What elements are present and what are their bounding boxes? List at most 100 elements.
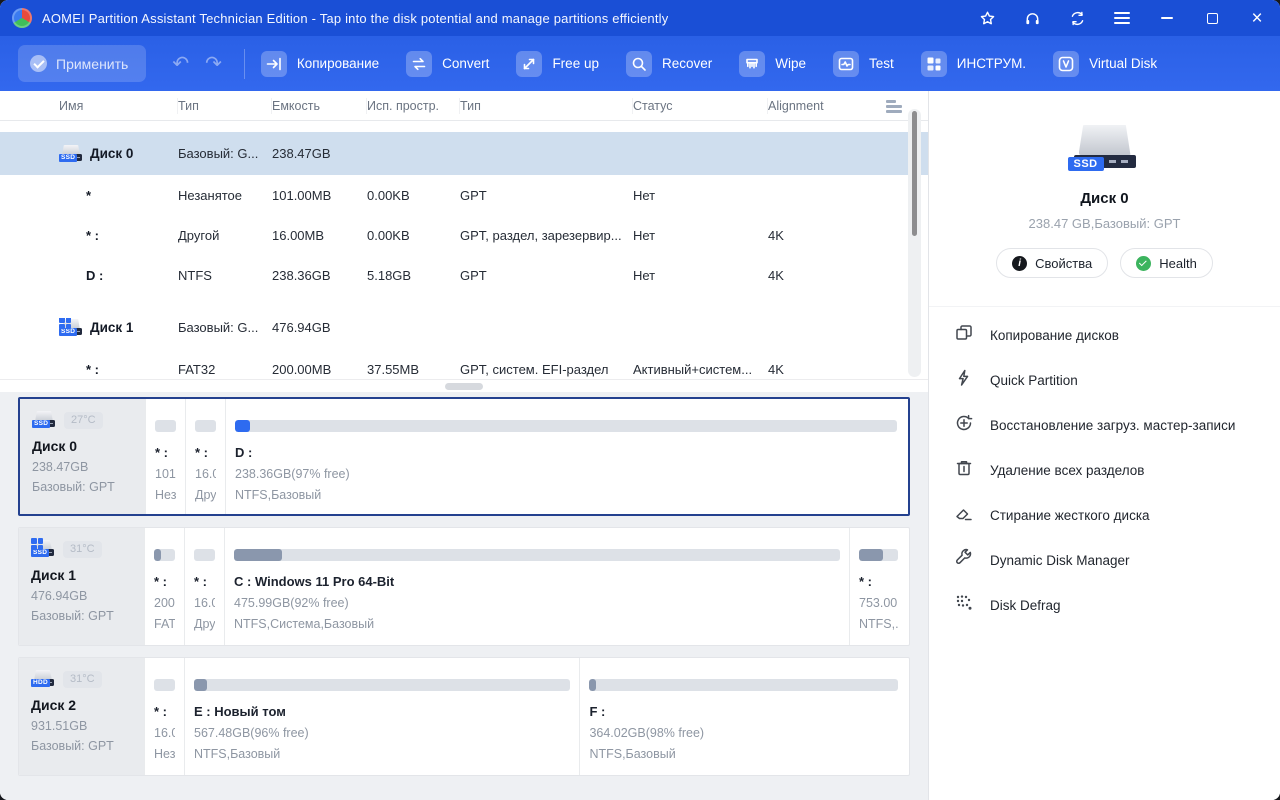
selected-disk-name: Диск 0 (1080, 190, 1128, 207)
partition-block[interactable]: * :200...FAT... (144, 528, 184, 645)
sidebar-menu-item[interactable]: Quick Partition (929, 358, 1280, 403)
partition-block[interactable]: F :364.02GB(98% free)NTFS,Базовый (579, 658, 907, 775)
support-headset-icon[interactable] (1023, 9, 1041, 27)
sidebar-menu-item[interactable]: Копирование дисков (929, 313, 1280, 358)
partition-block[interactable]: E : Новый том567.48GB(96% free)NTFS,Базо… (184, 658, 579, 775)
toolbar-button-wipe[interactable]: Wipe (739, 51, 806, 77)
star-icon[interactable] (978, 9, 996, 27)
close-icon[interactable]: × (1248, 9, 1266, 27)
minimize-icon[interactable] (1158, 9, 1176, 27)
toolbar-button-virtual-disk[interactable]: Virtual Disk (1053, 51, 1157, 77)
disk-card-info[interactable]: HDD31°C Диск 2 931.51GB Базовый: GPT (19, 658, 144, 775)
virtual-disk-icon (1053, 51, 1079, 77)
properties-button[interactable]: i Свойства (996, 248, 1108, 278)
app-window: AOMEI Partition Assistant Technician Edi… (0, 0, 1280, 800)
disk-card-name: Диск 2 (31, 697, 140, 713)
table-body: SSDДиск 0Базовый: G...238.47GB*Незанятое… (0, 132, 928, 379)
disk-card[interactable]: HDD31°C Диск 2 931.51GB Базовый: GPT * :16.0… (18, 657, 910, 776)
disk-card-icon-row: HDD31°C (31, 669, 140, 688)
partition-capacity: 101.... (155, 467, 176, 481)
sidebar-menu-label: Удаление всех разделов (990, 463, 1144, 478)
panel-splitter[interactable] (0, 379, 928, 392)
toolbar-button-инструм-[interactable]: ИНСТРУМ. (921, 51, 1026, 77)
ssd-drive-icon: SSD (31, 539, 55, 558)
row-type2-cell: GPT, раздел, зарезервир... (460, 228, 633, 243)
row-type-cell: Другой (178, 228, 272, 243)
table-row-partition[interactable]: * :FAT32200.00MB37.55MBGPT, систем. EFI-… (0, 349, 928, 379)
partition-filesystem: NTFS,Базовый (194, 747, 570, 761)
check-icon (30, 55, 47, 72)
table-header: ИмяТипЕмкостьИсп. простр.ТипСтатусAlignm… (0, 91, 928, 121)
column-header[interactable]: Имя (33, 98, 178, 114)
disk-card-capacity: 931.51GB (31, 719, 140, 733)
partition-capacity: 238.36GB(97% free) (235, 467, 897, 481)
menu-icon[interactable] (1113, 9, 1131, 27)
column-header[interactable]: Статус (633, 98, 768, 114)
toolbar-button-label: Virtual Disk (1089, 56, 1157, 71)
sidebar-menu-item[interactable]: Disk Defrag (929, 583, 1280, 628)
table-row-disk[interactable]: SSDДиск 1Базовый: G...476.94GB (0, 306, 928, 349)
disk-card[interactable]: SSD31°CДиск 1476.94GBБазовый: GPT* :200.… (18, 527, 910, 646)
column-header[interactable]: Alignment (768, 98, 868, 114)
toolbar-buttons: Копирование Convert Free up Recover Wipe Test… (261, 51, 1184, 77)
partition-used-segment (154, 549, 161, 561)
sidebar: SSD Диск 0 238.47 GB,Базовый: GPT i Свой… (928, 91, 1280, 800)
partition-filesystem: NTFS,Базовый (235, 488, 897, 502)
table-scrollbar[interactable] (908, 109, 921, 377)
column-header[interactable]: Исп. простр. (367, 98, 460, 114)
disk-card-scheme: Базовый: GPT (31, 739, 140, 753)
column-header[interactable]: Тип (178, 98, 272, 114)
refresh-icon[interactable] (1068, 9, 1086, 27)
column-header[interactable]: Тип (460, 98, 633, 114)
ssd-drive-icon: SSD (59, 318, 83, 337)
toolbar-button-test[interactable]: Test (833, 51, 894, 77)
apply-button[interactable]: Применить (18, 45, 146, 82)
scrollbar-thumb[interactable] (912, 111, 917, 236)
disk-card-partitions: * :101....Нез...* :16.0...Дру...D :238.3… (145, 399, 908, 514)
sidebar-menu-item[interactable]: Восстановление загруз. мастер-записи (929, 403, 1280, 448)
row-name-cell: * : (33, 228, 178, 243)
partition-label: * : (859, 574, 898, 589)
partition-usage-bar (589, 679, 898, 691)
toolbar-button-копирование[interactable]: Копирование (261, 51, 379, 77)
column-header[interactable]: Емкость (272, 98, 367, 114)
sidebar-menu-item[interactable]: Удаление всех разделов (929, 448, 1280, 493)
maximize-icon[interactable] (1203, 9, 1221, 27)
disk-card[interactable]: SSD27°CДиск 0238.47GBБазовый: GPT* :101.… (18, 397, 910, 516)
sidebar-menu-item[interactable]: Dynamic Disk Manager (929, 538, 1280, 583)
table-row-partition[interactable]: *Незанятое101.00MB0.00KBGPTНет (0, 175, 928, 215)
partition-filesystem: Дру... (195, 488, 216, 502)
partition-block[interactable]: * :753.00...NTFS,... (849, 528, 907, 645)
partition-block[interactable]: * :16.0...Нез... (144, 658, 184, 775)
table-row-disk[interactable]: SSDДиск 0Базовый: G...238.47GB (0, 132, 928, 175)
table-row-partition[interactable]: * :Другой16.00MB0.00KBGPT, раздел, зарез… (0, 215, 928, 255)
row-name-cell: SSDДиск 0 (33, 144, 178, 163)
disk-card-info[interactable]: SSD27°CДиск 0238.47GBБазовый: GPT (20, 399, 145, 514)
disk-card-info[interactable]: SSD31°CДиск 1476.94GBБазовый: GPT (19, 528, 144, 645)
toolbar-button-label: Free up (552, 56, 599, 71)
row-name-cell: D : (33, 268, 178, 283)
disk-defrag-icon (954, 593, 974, 618)
partition-block[interactable]: * :101....Нез... (145, 399, 185, 514)
sidebar-menu-item[interactable]: Стирание жесткого диска (929, 493, 1280, 538)
health-button[interactable]: Health (1120, 248, 1213, 278)
toolbar-button-free-up[interactable]: Free up (516, 51, 599, 77)
redo-button[interactable]: ↷ (205, 54, 222, 74)
toolbar-button-recover[interactable]: Recover (626, 51, 712, 77)
partition-block[interactable]: D :238.36GB(97% free)NTFS,Базовый (225, 399, 906, 514)
partition-block[interactable]: * :16.0...Дру... (184, 528, 224, 645)
partition-block[interactable]: C : Windows 11 Pro 64-Bit475.99GB(92% fr… (224, 528, 849, 645)
column-settings-icon[interactable] (886, 100, 902, 113)
partition-usage-bar (235, 420, 897, 432)
partition-label: * : (194, 574, 215, 589)
table-row-partition[interactable]: D :NTFS238.36GB5.18GBGPTНет4K (0, 255, 928, 295)
partition-filesystem: Нез... (155, 488, 176, 502)
toolbar-button-label: Test (869, 56, 894, 71)
undo-button[interactable]: ↶ (172, 54, 189, 74)
row-alignment-cell: 4K (768, 268, 868, 283)
partition-name: D : (86, 268, 103, 283)
toolbar-button-convert[interactable]: Convert (406, 51, 489, 77)
partition-block[interactable]: * :16.0...Дру... (185, 399, 225, 514)
splitter-handle-icon (445, 383, 483, 390)
partition-capacity: 567.48GB(96% free) (194, 726, 570, 740)
